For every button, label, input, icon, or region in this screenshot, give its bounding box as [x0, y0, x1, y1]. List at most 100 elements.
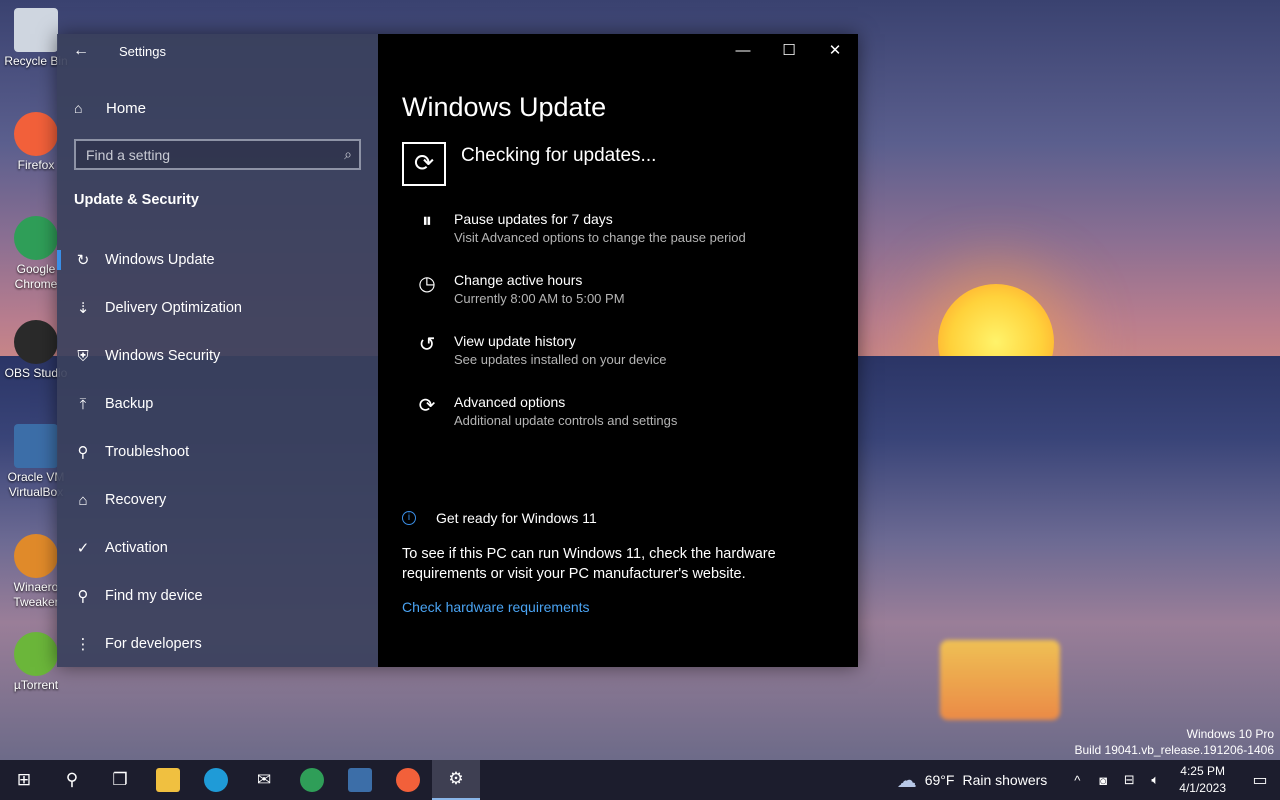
search-button[interactable]: ⚲ — [48, 760, 96, 800]
taskbar: ⊞ ⚲ ❐ ✉ ⚙ ☁ 69°F Rain showers ^ ◙ ⊟ 🔈︎ 4… — [0, 760, 1280, 800]
settings-content: — ☐ ✕ Windows Update ⟳ Checking for upda… — [378, 34, 858, 667]
option-pause-updates[interactable]: ⏸ Pause updates for 7 days Visit Advance… — [412, 210, 746, 271]
search-icon[interactable]: ⌕ — [344, 146, 352, 163]
task-view-button[interactable]: ❐ — [96, 760, 144, 800]
winaero-icon — [14, 534, 58, 578]
option-title: Pause updates for 7 days — [454, 211, 613, 227]
developer-tools-icon: ⋮ — [75, 636, 91, 653]
taskbar-edge[interactable] — [192, 760, 240, 800]
desktop-icon-label: Winaero Tweaker — [13, 580, 59, 609]
watermark-build: Build 19041.vb_release.191206-1406 — [1074, 743, 1275, 757]
search-placeholder: Find a setting — [86, 146, 171, 163]
window-controls: — ☐ ✕ — [720, 34, 858, 68]
page-title: Windows Update — [402, 92, 607, 122]
title-bar[interactable]: ← Settings — [57, 34, 378, 68]
gear-sync-icon: ⟳ — [418, 395, 436, 417]
sidebar-item-windows-update[interactable]: ↻ Windows Update — [57, 236, 378, 284]
notification-icon[interactable]: ▭ — [1240, 770, 1280, 790]
shield-icon: ⛨ — [77, 347, 89, 365]
sidebar-item-activation[interactable]: ✓ Activation — [57, 524, 378, 572]
start-button[interactable]: ⊞ — [0, 760, 48, 800]
edge-icon — [204, 768, 228, 792]
close-button[interactable]: ✕ — [812, 34, 858, 68]
maximize-button[interactable]: ☐ — [766, 34, 812, 68]
meet-now-icon[interactable]: ◙ — [1091, 773, 1115, 788]
backup-icon: ⤒ — [79, 395, 87, 413]
option-active-hours[interactable]: ◷ Change active hours Currently 8:00 AM … — [412, 271, 746, 332]
recovery-icon: ⌂ — [78, 491, 88, 509]
info-icon: i — [402, 511, 416, 525]
rain-cloud-icon: ☁ — [896, 769, 917, 792]
watermark-edition: Windows 10 Pro — [1186, 727, 1274, 741]
windows-logo-icon: ⊞ — [16, 770, 32, 789]
network-icon[interactable]: ⊟ — [1117, 772, 1141, 788]
section-title: Update & Security — [74, 192, 199, 208]
pause-icon: ⏸ — [422, 210, 432, 232]
delivery-icon: ⇣ — [76, 300, 90, 317]
weather-widget[interactable]: ☁ 69°F Rain showers — [897, 768, 1048, 793]
clock-time: 4:25 PM — [1180, 764, 1225, 778]
sidebar-item-find-my-device[interactable]: ⚲ Find my device — [57, 572, 378, 620]
win11-description: To see if this PC can run Windows 11, ch… — [402, 546, 776, 582]
chevron-up-icon[interactable]: ^ — [1065, 773, 1089, 788]
desktop-icon-label: Firefox — [17, 158, 55, 172]
sidebar-item-recovery[interactable]: ⌂ Recovery — [57, 476, 378, 524]
clock[interactable]: 4:25 PM 4/1/2023 — [1179, 763, 1226, 797]
checkmark-circle-icon: ✓ — [76, 540, 90, 557]
option-subtitle: Additional update controls and settings — [454, 413, 678, 428]
sidebar-item-label: Activation — [105, 540, 168, 556]
sidebar-item-for-developers[interactable]: ⋮ For developers — [57, 620, 378, 668]
update-sync-icon: ⟳ — [402, 142, 446, 186]
sidebar-item-label: Windows Update — [105, 252, 215, 268]
sidebar-item-windows-security[interactable]: ⛨ Windows Security — [57, 332, 378, 380]
sidebar-item-label: Backup — [105, 396, 154, 412]
chrome-icon — [300, 768, 324, 792]
search-input[interactable]: Find a setting ⌕ — [74, 139, 361, 170]
option-title: Change active hours — [454, 272, 583, 288]
wrench-icon: ⚲ — [77, 444, 89, 461]
chrome-icon — [14, 216, 58, 260]
taskbar-mail[interactable]: ✉ — [240, 760, 288, 800]
firefox-icon — [14, 112, 58, 156]
home-label: Home — [106, 99, 147, 117]
check-hardware-link[interactable]: Check hardware requirements — [402, 599, 590, 615]
settings-window: ← Settings ⌂ Home Find a setting ⌕ Updat… — [57, 34, 858, 667]
virtualbox-icon — [14, 424, 58, 468]
back-button[interactable]: ← — [69, 40, 93, 62]
taskbar-settings[interactable]: ⚙ — [432, 760, 480, 800]
sidebar-item-troubleshoot[interactable]: ⚲ Troubleshoot — [57, 428, 378, 476]
volume-icon[interactable]: 🔈︎ — [1143, 772, 1167, 788]
recycle-bin-icon — [14, 8, 58, 52]
option-subtitle: Currently 8:00 AM to 5:00 PM — [454, 291, 625, 306]
option-title: View update history — [454, 333, 576, 349]
system-tray: ☁ 69°F Rain showers ^ ◙ ⊟ 🔈︎ 4:25 PM 4/1… — [897, 760, 1280, 800]
sidebar-item-label: Recovery — [105, 492, 167, 508]
taskbar-firefox[interactable] — [384, 760, 432, 800]
option-advanced[interactable]: ⟳ Advanced options Additional update con… — [412, 393, 746, 454]
gear-icon: ⚙ — [448, 769, 464, 788]
sidebar-item-delivery-optimization[interactable]: ⇣ Delivery Optimization — [57, 284, 378, 332]
desktop-icon-label: Google Chrome — [14, 262, 58, 291]
option-update-history[interactable]: ↺ View update history See updates instal… — [412, 332, 746, 393]
taskbar-file-explorer[interactable] — [144, 760, 192, 800]
settings-sidebar: ← Settings ⌂ Home Find a setting ⌕ Updat… — [57, 34, 378, 667]
clock-date: 4/1/2023 — [1179, 781, 1226, 795]
wallpaper-sun-reflection — [940, 640, 1060, 720]
taskbar-chrome[interactable] — [288, 760, 336, 800]
refresh-icon: ↻ — [76, 252, 90, 269]
virtualbox-icon — [348, 768, 372, 792]
task-view-icon: ❐ — [112, 770, 128, 789]
windows-watermark: Windows 10 Pro Build 19041.vb_release.19… — [1075, 726, 1275, 758]
taskbar-virtualbox[interactable] — [336, 760, 384, 800]
desktop-icon-label: µTorrent — [13, 678, 59, 692]
update-options: ⏸ Pause updates for 7 days Visit Advance… — [412, 210, 746, 454]
option-subtitle: Visit Advanced options to change the pau… — [454, 230, 746, 245]
minimize-button[interactable]: — — [720, 34, 766, 68]
history-icon: ↺ — [418, 334, 436, 356]
desktop-icon-label: Oracle VM VirtualBox — [7, 470, 65, 499]
home-nav[interactable]: ⌂ Home — [74, 98, 146, 118]
firefox-icon — [396, 768, 420, 792]
sidebar-item-backup[interactable]: ⤒ Backup — [57, 380, 378, 428]
option-subtitle: See updates installed on your device — [454, 352, 667, 367]
sidebar-item-label: Windows Security — [105, 348, 221, 364]
